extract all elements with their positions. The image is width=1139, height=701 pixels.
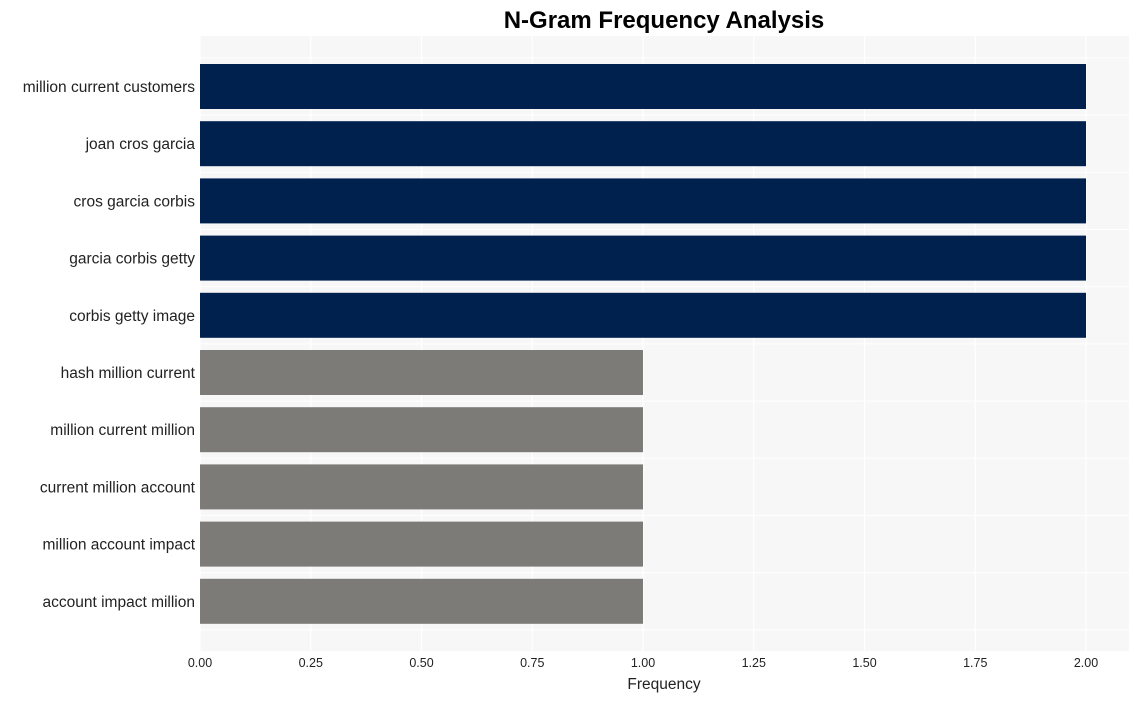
x-tick-label: 0.75 [520, 656, 544, 670]
y-tick-label: account impact million [43, 594, 195, 611]
x-tick-label: 0.50 [409, 656, 433, 670]
x-axis-label: Frequency [627, 676, 700, 693]
bar [200, 350, 643, 395]
y-tick-label: million current customers [23, 79, 196, 96]
x-tick-label: 1.75 [963, 656, 987, 670]
bar [200, 121, 1086, 167]
bar [200, 178, 1086, 224]
x-tick-label: 0.00 [188, 656, 212, 670]
x-tick-label: 1.25 [742, 656, 766, 670]
y-tick-label: garcia corbis getty [69, 251, 195, 268]
x-tick-labels: 0.00 0.25 0.50 0.75 1.00 1.25 1.50 1.75 2.00 [188, 656, 1098, 670]
y-tick-label: joan cros garcia [85, 136, 196, 153]
x-tick-label: 1.00 [631, 656, 655, 670]
bar [200, 464, 643, 510]
bar [200, 521, 643, 567]
y-tick-label: hash million current [61, 365, 196, 382]
y-tick-labels: million current customers joan cros garci… [23, 79, 196, 611]
bar [200, 292, 1086, 338]
y-tick-label: million current million [50, 422, 195, 439]
y-tick-label: million account impact [43, 537, 196, 554]
bar [200, 407, 643, 453]
x-tick-label: 2.00 [1074, 656, 1098, 670]
chart: million current customers joan cros garci… [23, 7, 1129, 693]
bar [200, 64, 1086, 109]
chart-title: N-Gram Frequency Analysis [504, 7, 825, 34]
y-tick-label: current million account [40, 479, 196, 496]
y-tick-label: corbis getty image [69, 308, 195, 325]
y-tick-label: cros garcia corbis [74, 193, 196, 210]
bar [200, 578, 643, 624]
x-tick-label: 0.25 [299, 656, 323, 670]
bar [200, 235, 1086, 281]
x-tick-label: 1.50 [852, 656, 876, 670]
